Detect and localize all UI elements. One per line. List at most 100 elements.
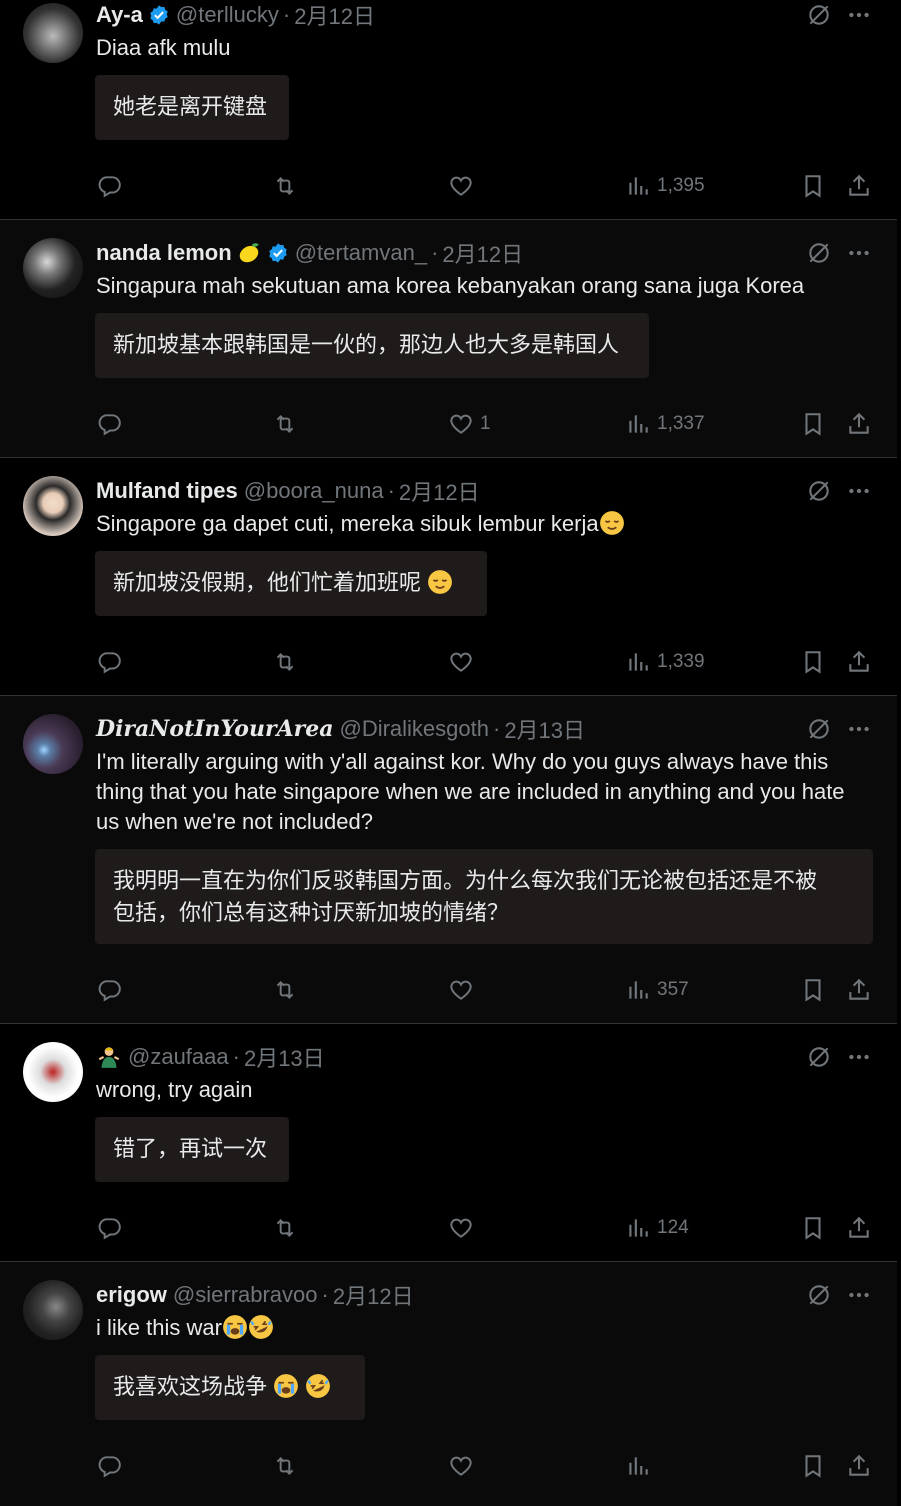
handle[interactable]: @zaufaaa bbox=[128, 1044, 229, 1070]
post-text: Singapore ga dapet cuti, mereka sibuk le… bbox=[96, 511, 599, 536]
more-icon[interactable] bbox=[846, 716, 872, 742]
translate-icon[interactable] bbox=[806, 1282, 832, 1308]
translate-icon[interactable] bbox=[806, 716, 832, 742]
display-name[interactable]: nanda lemon bbox=[96, 240, 232, 266]
post-1[interactable]: nanda lemon @tertamvan_ · 2月12日 Singapur… bbox=[0, 220, 897, 458]
bookmark-button[interactable] bbox=[800, 975, 826, 1005]
verified-badge-icon bbox=[267, 242, 289, 264]
share-button[interactable] bbox=[846, 171, 872, 201]
bookmark-icon bbox=[800, 173, 826, 199]
like-button[interactable] bbox=[448, 1213, 474, 1243]
relieved-face-emoji-icon bbox=[427, 569, 453, 595]
views-button[interactable]: 1,337 bbox=[625, 409, 705, 439]
translate-icon[interactable] bbox=[806, 2, 832, 28]
share-icon bbox=[846, 1215, 872, 1241]
avatar[interactable] bbox=[23, 3, 83, 63]
more-icon[interactable] bbox=[846, 240, 872, 266]
views-count: 357 bbox=[657, 979, 689, 1000]
reply-button[interactable] bbox=[96, 975, 122, 1005]
separator-dot: · bbox=[387, 478, 395, 503]
post-date[interactable]: 2月12日 bbox=[399, 475, 480, 507]
reply-button[interactable] bbox=[96, 647, 122, 677]
post-5[interactable]: erigow @sierrabravoo · 2月12日 i like this… bbox=[0, 1262, 897, 1506]
views-button[interactable]: 1,339 bbox=[625, 647, 705, 677]
handle[interactable]: @sierrabravoo bbox=[173, 1282, 318, 1308]
post-date[interactable]: 2月12日 bbox=[294, 0, 375, 31]
avatar[interactable] bbox=[23, 238, 83, 298]
display-name[interactable]: Ay-a bbox=[96, 2, 143, 28]
repost-icon bbox=[272, 1453, 298, 1479]
post-text: I'm literally arguing with y'all against… bbox=[96, 749, 845, 834]
like-button[interactable] bbox=[448, 1451, 474, 1481]
reply-button[interactable] bbox=[96, 1451, 122, 1481]
repost-button[interactable] bbox=[272, 647, 298, 677]
repost-button[interactable] bbox=[272, 409, 298, 439]
views-icon bbox=[625, 411, 651, 437]
display-name[interactable]: DiraNotInYourArea bbox=[96, 716, 333, 742]
repost-button[interactable] bbox=[272, 1451, 298, 1481]
more-icon[interactable] bbox=[846, 1282, 872, 1308]
like-icon bbox=[448, 649, 474, 675]
like-button[interactable] bbox=[448, 647, 474, 677]
bookmark-button[interactable] bbox=[800, 647, 826, 677]
verified-badge-icon bbox=[148, 4, 170, 26]
repost-button[interactable] bbox=[272, 975, 298, 1005]
reply-button[interactable] bbox=[96, 171, 122, 201]
share-button[interactable] bbox=[846, 1451, 872, 1481]
share-button[interactable] bbox=[846, 409, 872, 439]
post-date[interactable]: 2月12日 bbox=[442, 237, 523, 269]
handle[interactable]: @tertamvan_ bbox=[295, 240, 427, 266]
like-button[interactable] bbox=[448, 171, 474, 201]
display-name[interactable]: Mulfand tipes bbox=[96, 478, 238, 504]
post-0[interactable]: Ay-a @terllucky · 2月12日 Diaa afk mulu 她老… bbox=[0, 0, 897, 220]
translation-box: 我喜欢这场战争 bbox=[95, 1355, 365, 1420]
translate-icon[interactable] bbox=[806, 240, 832, 266]
reply-icon bbox=[96, 1453, 122, 1479]
post-date[interactable]: 2月13日 bbox=[244, 1041, 325, 1073]
like-button[interactable]: 1 bbox=[448, 409, 491, 439]
avatar[interactable] bbox=[23, 1042, 83, 1102]
separator-dot: · bbox=[431, 240, 439, 265]
translate-icon[interactable] bbox=[806, 478, 832, 504]
bookmark-button[interactable] bbox=[800, 409, 826, 439]
more-icon[interactable] bbox=[846, 1044, 872, 1070]
repost-button[interactable] bbox=[272, 171, 298, 201]
post-4[interactable]: @zaufaaa · 2月13日 wrong, try again 错了，再试一… bbox=[0, 1024, 897, 1262]
reply-button[interactable] bbox=[96, 1213, 122, 1243]
more-icon[interactable] bbox=[846, 478, 872, 504]
translate-icon[interactable] bbox=[806, 1044, 832, 1070]
handle[interactable]: @Diralikesgoth bbox=[339, 716, 489, 742]
handle[interactable]: @terllucky bbox=[176, 2, 279, 28]
display-name[interactable]: erigow bbox=[96, 1282, 167, 1308]
person-emoji-icon bbox=[96, 1044, 122, 1070]
post-3[interactable]: DiraNotInYourArea @Diralikesgoth · 2月13日… bbox=[0, 696, 897, 1024]
bookmark-button[interactable] bbox=[800, 171, 826, 201]
like-button[interactable] bbox=[448, 975, 474, 1005]
post-text: Diaa afk mulu bbox=[96, 35, 231, 60]
post-date[interactable]: 2月13日 bbox=[504, 713, 585, 745]
views-button[interactable] bbox=[625, 1451, 657, 1481]
translation-box: 新加坡没假期，他们忙着加班呢 bbox=[95, 551, 487, 616]
bookmark-icon bbox=[800, 1453, 826, 1479]
reply-button[interactable] bbox=[96, 409, 122, 439]
views-button[interactable]: 357 bbox=[625, 975, 689, 1005]
post-date[interactable]: 2月12日 bbox=[333, 1279, 414, 1311]
bookmark-button[interactable] bbox=[800, 1451, 826, 1481]
reply-icon bbox=[96, 977, 122, 1003]
share-button[interactable] bbox=[846, 647, 872, 677]
avatar[interactable] bbox=[23, 1280, 83, 1340]
views-button[interactable]: 1,395 bbox=[625, 171, 705, 201]
bookmark-button[interactable] bbox=[800, 1213, 826, 1243]
share-button[interactable] bbox=[846, 975, 872, 1005]
repost-icon bbox=[272, 977, 298, 1003]
avatar[interactable] bbox=[23, 476, 83, 536]
more-icon[interactable] bbox=[846, 2, 872, 28]
repost-button[interactable] bbox=[272, 1213, 298, 1243]
share-icon bbox=[846, 977, 872, 1003]
handle[interactable]: @boora_nuna bbox=[244, 478, 384, 504]
share-button[interactable] bbox=[846, 1213, 872, 1243]
bookmark-icon bbox=[800, 411, 826, 437]
post-2[interactable]: Mulfand tipes @boora_nuna · 2月12日 Singap… bbox=[0, 458, 897, 696]
avatar[interactable] bbox=[23, 714, 83, 774]
views-button[interactable]: 124 bbox=[625, 1213, 689, 1243]
